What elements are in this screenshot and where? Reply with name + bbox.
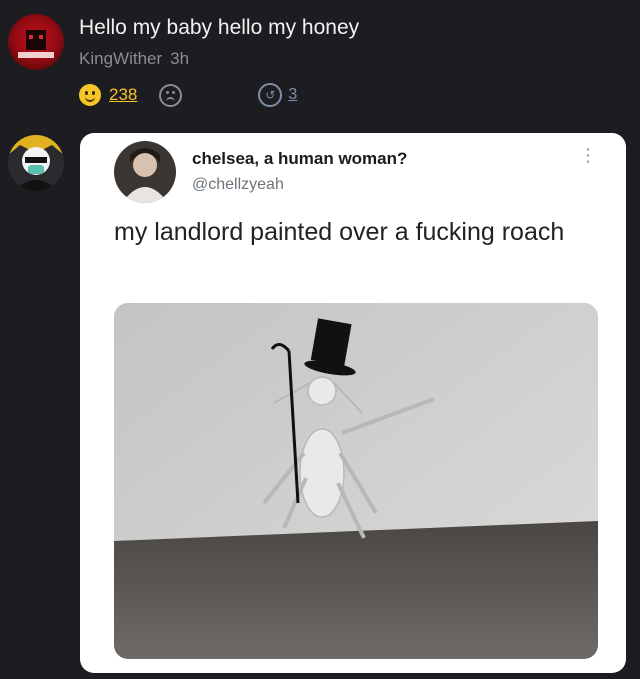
frown-icon[interactable] <box>159 83 183 107</box>
tweet-card[interactable]: chelsea, a human woman? @chellzyeah ⋮ my… <box>80 133 626 673</box>
like-count[interactable]: 238 <box>109 85 137 105</box>
commenter-avatar[interactable] <box>8 135 64 191</box>
smile-icon[interactable] <box>79 84 101 106</box>
post-meta: KingWither 3h <box>79 49 189 69</box>
tweet-avatar <box>114 141 176 203</box>
reply-icon[interactable]: ↺ <box>258 83 283 107</box>
post-actions: 238 ↺ 3 <box>79 82 297 108</box>
more-icon[interactable]: ⋮ <box>579 145 597 166</box>
tweet-handle: @chellzyeah <box>192 176 284 193</box>
author-name[interactable]: KingWither <box>79 49 162 68</box>
post-title: Hello my baby hello my honey <box>79 16 360 39</box>
roach-photo[interactable] <box>114 303 598 659</box>
post-time: 3h <box>170 49 190 68</box>
author-avatar[interactable] <box>8 14 64 70</box>
tweet-text: my landlord painted over a fucking roach <box>114 218 565 246</box>
tweet-display-name: chelsea, a human woman? <box>192 149 408 168</box>
reply-count[interactable]: 3 <box>288 86 297 104</box>
